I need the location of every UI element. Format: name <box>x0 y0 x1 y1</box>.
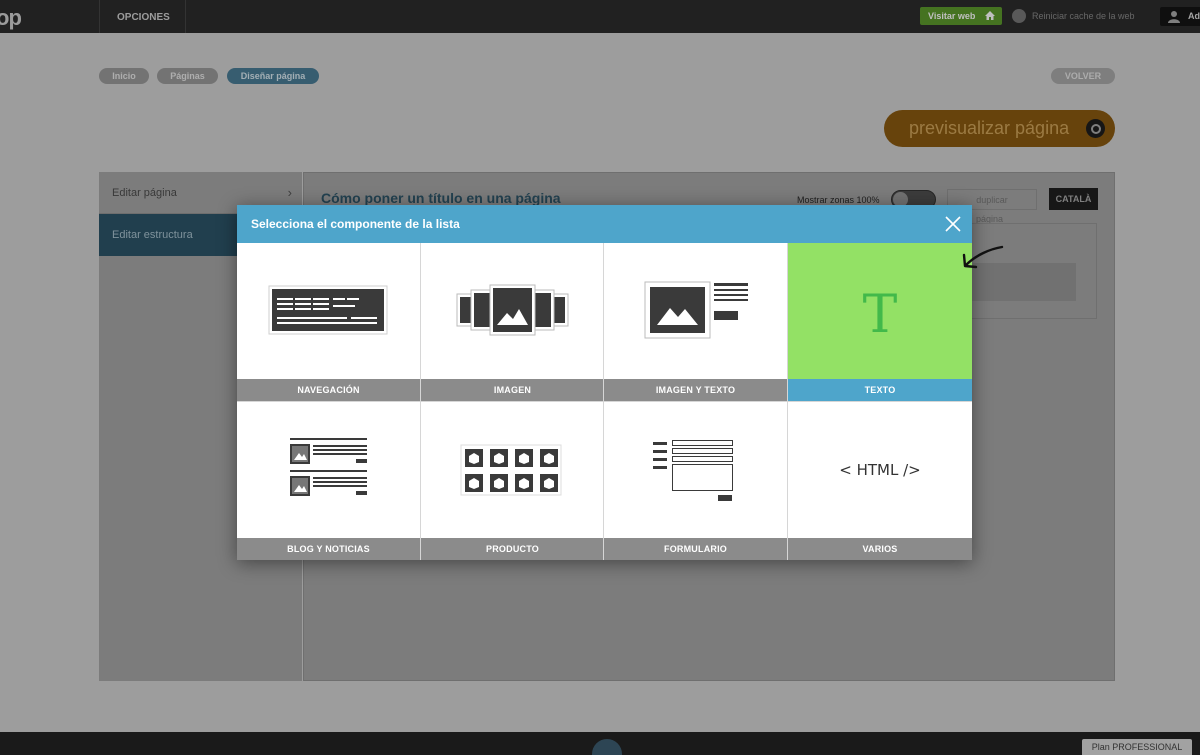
component-blog-y-noticias[interactable]: BLOG Y NOTICIAS <box>237 402 420 560</box>
product-grid-icon <box>460 444 562 496</box>
component-label: TEXTO <box>788 379 972 401</box>
blog-icon <box>290 438 367 496</box>
component-label: PRODUCTO <box>421 538 604 560</box>
html-code-icon: < HTML /> <box>839 461 921 479</box>
component-imagen[interactable]: IMAGEN <box>421 243 604 401</box>
grid-divider <box>237 401 972 402</box>
component-label: FORMULARIO <box>604 538 787 560</box>
component-label: NAVEGACIÓN <box>237 379 420 401</box>
image-text-icon <box>644 281 748 339</box>
component-formulario[interactable]: FORMULARIO <box>604 402 787 560</box>
component-label: IMAGEN <box>421 379 604 401</box>
navigation-icon <box>268 285 388 335</box>
form-icon <box>653 440 733 501</box>
component-texto[interactable]: T TEXTO <box>788 243 972 401</box>
component-label: VARIOS <box>788 538 972 560</box>
arrow-annotation-icon <box>962 245 1004 269</box>
modal-title: Selecciona el componente de la lista <box>251 217 460 231</box>
component-picker-modal: Selecciona el componente de la lista NAV… <box>237 205 972 560</box>
component-label: IMAGEN Y TEXTO <box>604 379 787 401</box>
component-varios[interactable]: < HTML /> VARIOS <box>788 402 972 560</box>
component-label: BLOG Y NOTICIAS <box>237 538 420 560</box>
component-imagen-y-texto[interactable]: IMAGEN Y TEXTO <box>604 243 787 401</box>
close-icon[interactable] <box>944 215 962 233</box>
modal-header: Selecciona el componente de la lista <box>237 205 972 243</box>
image-carousel-icon <box>456 284 569 336</box>
component-producto[interactable]: PRODUCTO <box>421 402 604 560</box>
text-icon: T <box>862 285 898 345</box>
component-navegacion[interactable]: NAVEGACIÓN <box>237 243 420 401</box>
